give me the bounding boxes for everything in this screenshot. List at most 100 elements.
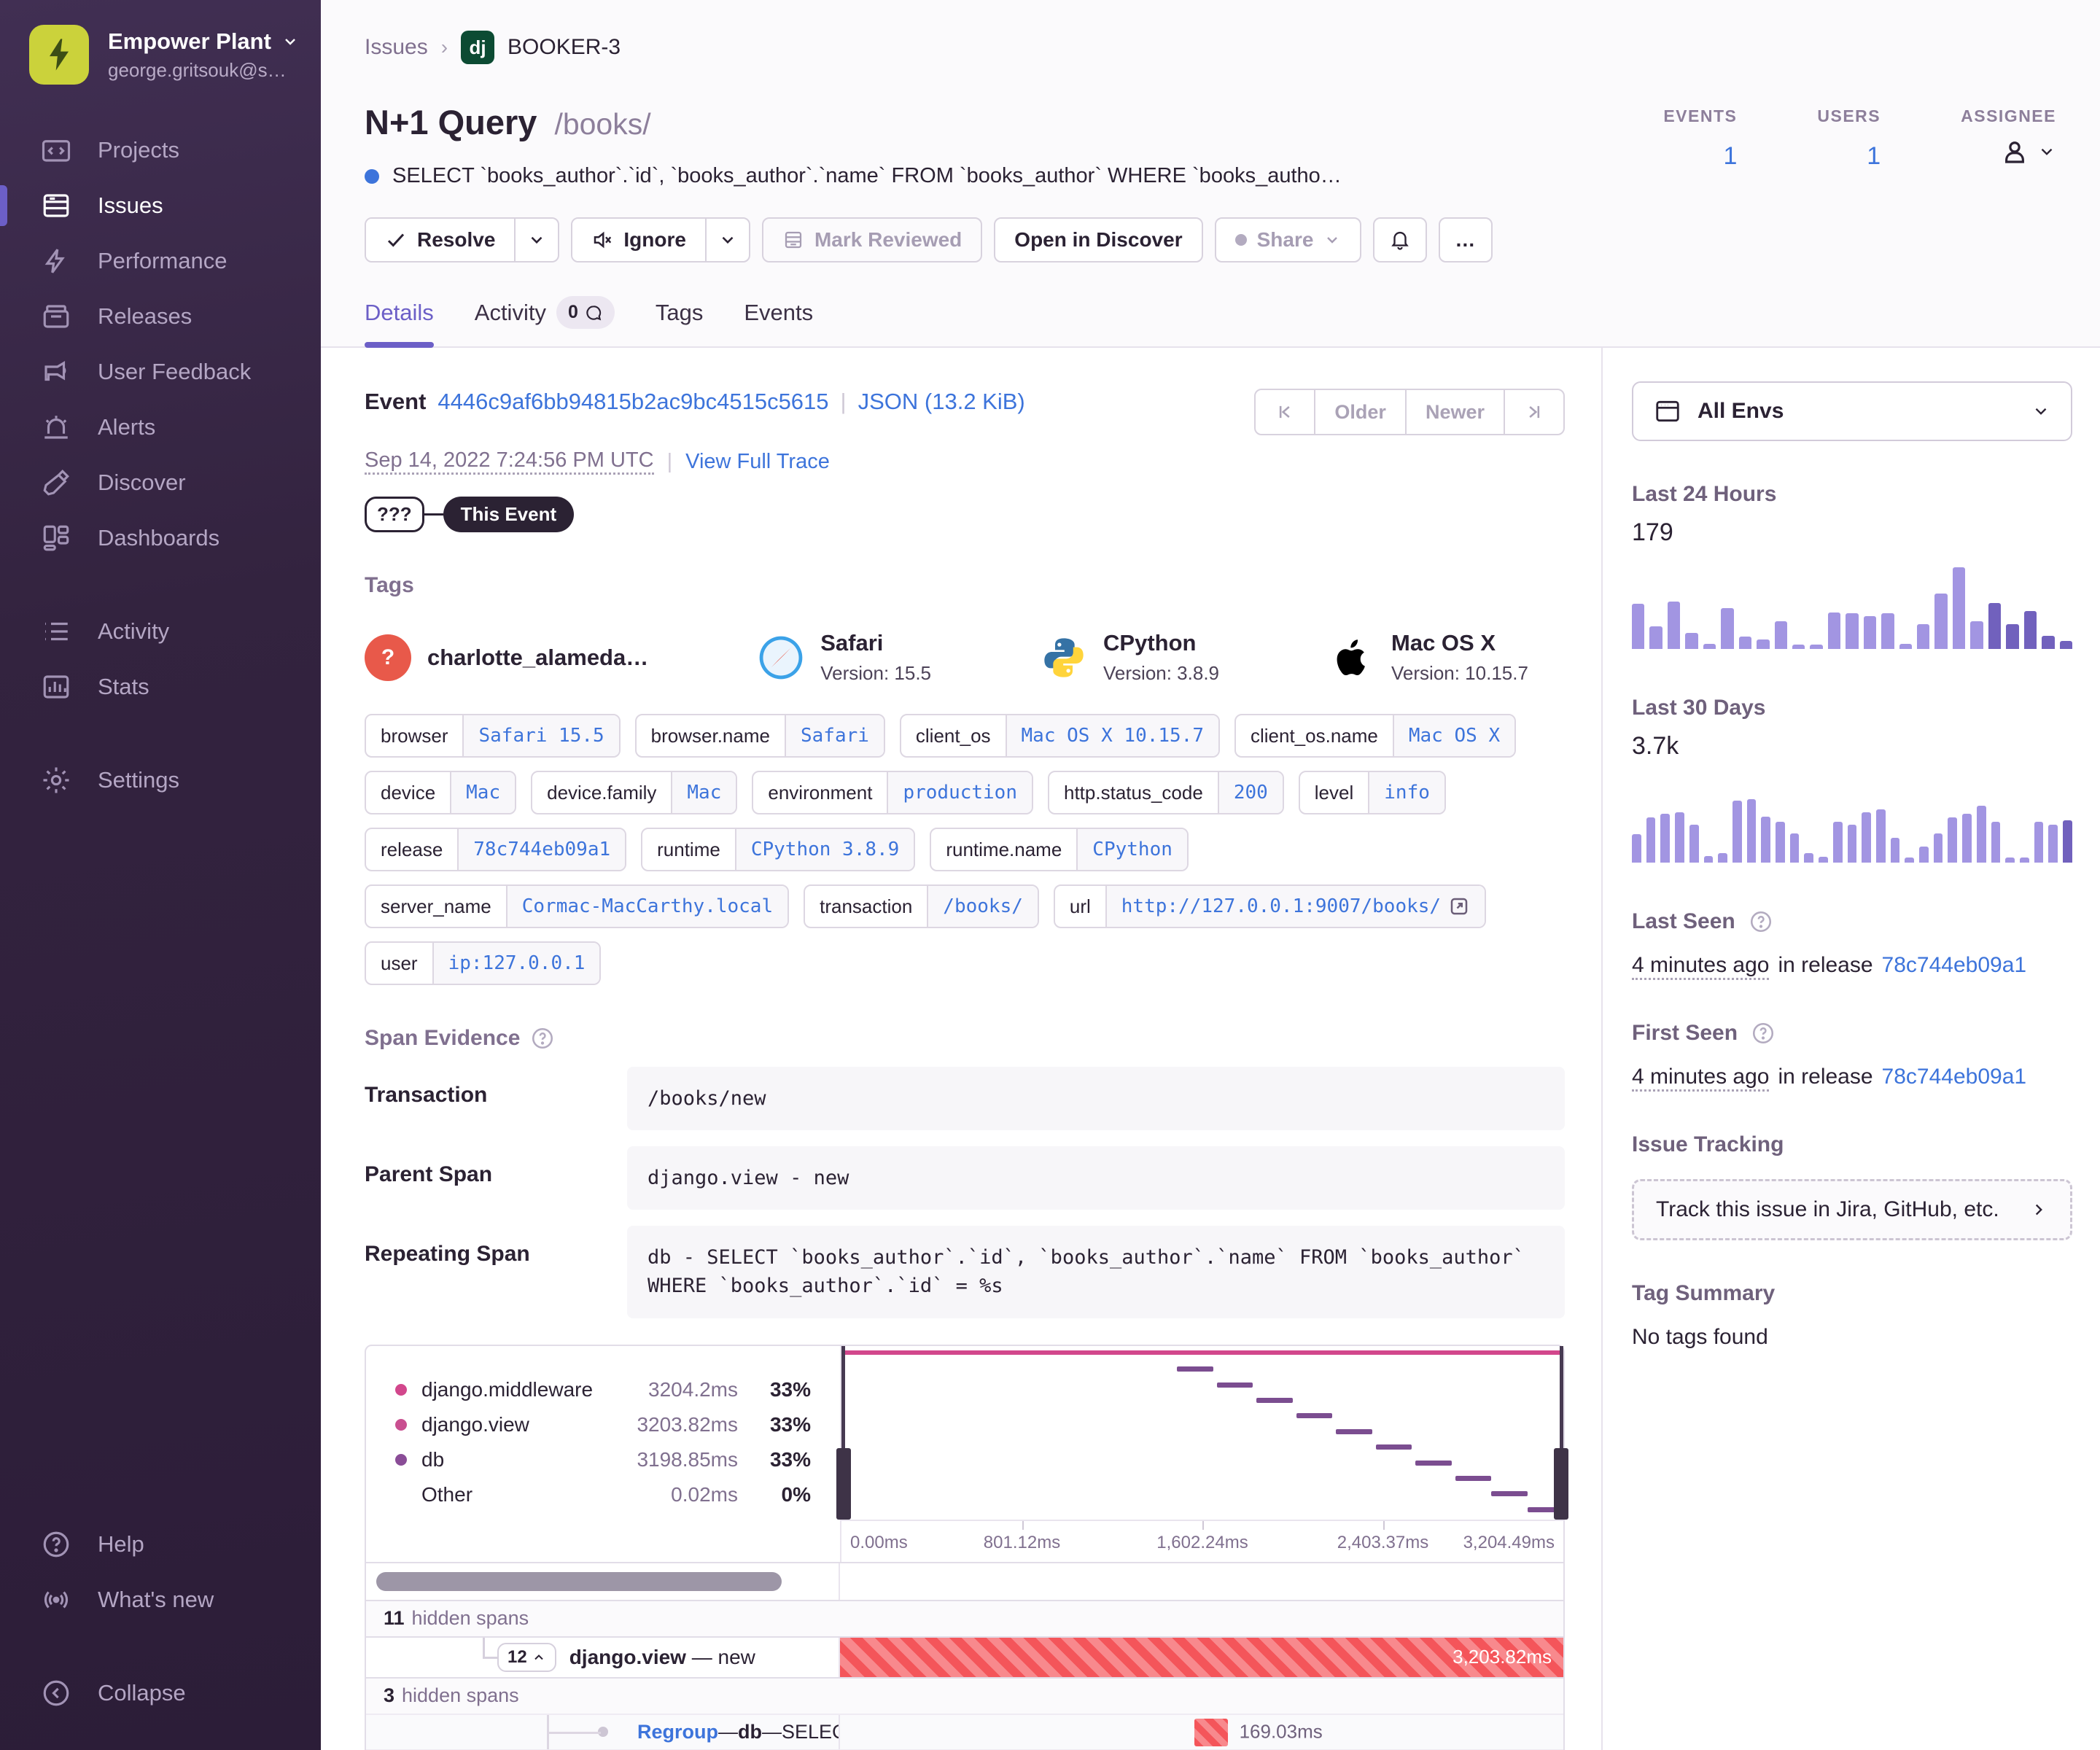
- resolve-button[interactable]: Resolve: [366, 219, 515, 261]
- share-button[interactable]: Share: [1214, 217, 1362, 262]
- tag-value[interactable]: info: [1368, 772, 1444, 813]
- tag-value[interactable]: /books/: [927, 886, 1038, 927]
- tag-pill[interactable]: device.family Mac: [531, 771, 738, 814]
- older-event-button[interactable]: Older: [1314, 390, 1405, 434]
- minimap-left-handle[interactable]: [836, 1345, 851, 1520]
- question-circle-icon[interactable]: [1751, 1021, 1776, 1046]
- last-seen-release-link[interactable]: 78c744eb09a1: [1882, 953, 2027, 980]
- sidebar-item-dashboards[interactable]: Dashboards: [0, 510, 321, 566]
- tag-pill[interactable]: client_os Mac OS X 10.15.7: [899, 714, 1220, 758]
- resolve-dropdown-button[interactable]: [514, 219, 558, 261]
- parent-span-row[interactable]: 12 django.view — new 3,203.82ms: [366, 1636, 1563, 1677]
- tag-pill[interactable]: browser.name Safari: [634, 714, 885, 758]
- tag-pill[interactable]: server_name Cormac-MacCarthy.local: [365, 884, 790, 928]
- sidebar-item-user-feedback[interactable]: User Feedback: [0, 344, 321, 400]
- tag-value[interactable]: Cormac-MacCarthy.local: [505, 886, 788, 927]
- tag-value[interactable]: 200: [1217, 772, 1283, 813]
- tag-pill[interactable]: release 78c744eb09a1: [365, 828, 627, 871]
- tag-pill[interactable]: user ip:127.0.0.1: [365, 941, 602, 985]
- assignee-selector[interactable]: [1961, 136, 2056, 167]
- tag-value[interactable]: production: [887, 772, 1032, 813]
- trace-minimap[interactable]: [836, 1345, 1568, 1520]
- ignore-button[interactable]: Ignore: [572, 219, 705, 261]
- sidebar-item-whats-new[interactable]: What's new: [0, 1572, 321, 1628]
- sidebar-item-performance[interactable]: Performance: [0, 233, 321, 289]
- sidebar-item-issues[interactable]: Issues: [0, 178, 321, 233]
- track-issue-button[interactable]: Track this issue in Jira, GitHub, etc.: [1632, 1179, 2072, 1240]
- tag-pill[interactable]: url http://127.0.0.1:9007/books/: [1053, 884, 1487, 928]
- last-30d-chart[interactable]: [1632, 781, 2072, 863]
- tag-pill[interactable]: client_os.name Mac OS X: [1234, 714, 1517, 758]
- tag-pill[interactable]: level info: [1298, 771, 1446, 814]
- tag-pill[interactable]: environment production: [752, 771, 1033, 814]
- sidebar-item-stats[interactable]: Stats: [0, 659, 321, 715]
- minimap-right-handle[interactable]: [1554, 1345, 1568, 1520]
- tag-value[interactable]: Mac OS X 10.15.7: [1005, 715, 1218, 756]
- span-group-toggle[interactable]: 12: [497, 1642, 556, 1672]
- tab-tags[interactable]: Tags: [656, 296, 703, 346]
- sidebar-item-discover[interactable]: Discover: [0, 455, 321, 510]
- tab-details[interactable]: Details: [365, 296, 434, 348]
- ignore-dropdown-button[interactable]: [704, 219, 749, 261]
- environment-selector[interactable]: All Envs: [1632, 381, 2072, 441]
- tag-value[interactable]: 78c744eb09a1: [457, 829, 626, 870]
- tag-value[interactable]: Mac: [671, 772, 736, 813]
- mark-reviewed-button[interactable]: Mark Reviewed: [761, 217, 983, 262]
- tag-value[interactable]: Safari 15.5: [462, 715, 619, 756]
- first-seen-time[interactable]: 4 minutes ago: [1632, 1065, 1770, 1092]
- tag-pill[interactable]: browser Safari 15.5: [365, 714, 621, 758]
- tag-value[interactable]: CPython 3.8.9: [734, 829, 914, 870]
- tag-value[interactable]: CPython: [1076, 829, 1187, 870]
- newer-event-button[interactable]: Newer: [1404, 390, 1504, 434]
- subscribe-button[interactable]: [1373, 217, 1428, 262]
- first-seen-release-link[interactable]: 78c744eb09a1: [1882, 1065, 2027, 1092]
- tag-value[interactable]: Mac: [450, 772, 516, 813]
- org-switcher[interactable]: Empower Plant george.gritsouk@s…: [0, 25, 321, 85]
- parent-span-bar[interactable]: 3,203.82ms: [840, 1637, 1563, 1677]
- sidebar-item-help[interactable]: Help: [0, 1517, 321, 1572]
- users-count[interactable]: 1: [1817, 142, 1881, 171]
- question-circle-icon[interactable]: [530, 1026, 555, 1051]
- open-in-discover-button[interactable]: Open in Discover: [994, 217, 1203, 262]
- tag-value[interactable]: Safari: [784, 715, 884, 756]
- last-24h-chart[interactable]: [1632, 567, 2072, 649]
- latest-event-button[interactable]: [1504, 390, 1563, 434]
- hidden-spans-row[interactable]: 11 hidden spans: [366, 1599, 1563, 1636]
- span-duration-bar[interactable]: [1194, 1718, 1228, 1746]
- sidebar-item-activity[interactable]: Activity: [0, 604, 321, 659]
- tag-value[interactable]: http://127.0.0.1:9007/books/: [1105, 886, 1485, 927]
- question-circle-icon[interactable]: [1749, 909, 1773, 934]
- tag-value[interactable]: Mac OS X: [1392, 715, 1515, 756]
- sidebar-item-releases[interactable]: Releases: [0, 289, 321, 344]
- user-tag[interactable]: ? charlotte_alameda…: [365, 634, 648, 681]
- browser-tag[interactable]: Safari Version: 15.5: [758, 630, 931, 685]
- tag-value[interactable]: ip:127.0.0.1: [432, 943, 600, 984]
- sidebar-item-projects[interactable]: Projects: [0, 122, 321, 178]
- event-date[interactable]: Sep 14, 2022 7:24:56 PM UTC: [365, 448, 654, 475]
- hidden-spans-row[interactable]: 3 hidden spans: [366, 1676, 1563, 1714]
- tag-pill[interactable]: device Mac: [365, 771, 517, 814]
- event-id-link[interactable]: 4446c9af6bb94815b2ac9bc4515c5615: [438, 389, 828, 415]
- horizontal-scrollbar[interactable]: [376, 1571, 782, 1591]
- project-badge[interactable]: dj: [461, 31, 495, 64]
- tag-pill[interactable]: http.status_code 200: [1048, 771, 1284, 814]
- view-full-trace-link[interactable]: View Full Trace: [685, 450, 830, 474]
- span-row[interactable]: Regroup — db — SELECT `boo 169.03ms: [366, 1713, 1563, 1749]
- tag-pill[interactable]: runtime.name CPython: [930, 828, 1189, 871]
- sidebar-item-settings[interactable]: Settings: [0, 752, 321, 808]
- unknown-badge[interactable]: ???: [365, 497, 424, 532]
- breadcrumb-issues[interactable]: Issues: [365, 35, 428, 60]
- tag-pill[interactable]: runtime CPython 3.8.9: [641, 828, 916, 871]
- tab-events[interactable]: Events: [744, 296, 813, 346]
- runtime-tag[interactable]: CPython Version: 3.8.9: [1041, 630, 1219, 685]
- tab-activity[interactable]: Activity 0: [475, 296, 615, 346]
- events-count[interactable]: 1: [1663, 142, 1737, 171]
- last-seen-time[interactable]: 4 minutes ago: [1632, 953, 1770, 980]
- oldest-event-button[interactable]: [1256, 390, 1314, 434]
- more-actions-button[interactable]: …: [1439, 217, 1493, 262]
- sidebar-item-alerts[interactable]: Alerts: [0, 400, 321, 455]
- tag-pill[interactable]: transaction /books/: [804, 884, 1039, 928]
- sidebar-item-collapse[interactable]: Collapse: [0, 1665, 321, 1721]
- event-json-link[interactable]: JSON (13.2 KiB): [858, 389, 1025, 415]
- os-tag[interactable]: Mac OS X Version: 10.15.7: [1329, 630, 1528, 685]
